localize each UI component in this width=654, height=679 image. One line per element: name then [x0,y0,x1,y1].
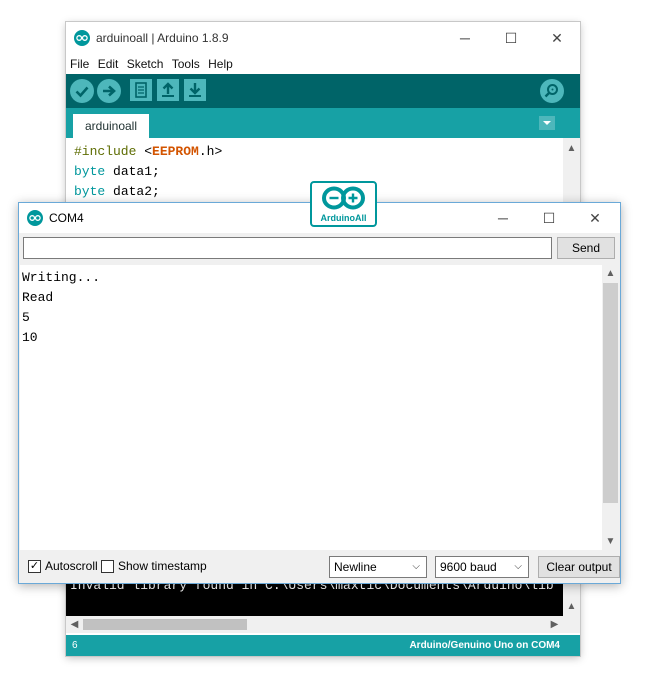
code-text: .h> [198,144,223,159]
line-ending-select[interactable]: Newline ⌵ [329,556,427,578]
scroll-left-icon[interactable]: ◀ [66,616,83,633]
code-text: < [136,144,153,159]
output-line: 5 [22,310,30,325]
code-library: EEPROM [152,144,199,159]
code-type: byte [74,184,106,199]
ide-titlebar[interactable]: arduinoall | Arduino 1.8.9 ─ ☐ ✕ [66,22,580,54]
code-text: data2; [105,184,160,199]
baud-rate-select[interactable]: 9600 baud ⌵ [435,556,529,578]
serial-monitor-icon[interactable] [540,79,564,103]
timestamp-checkbox[interactable] [101,560,114,573]
ide-minimize-button[interactable]: ─ [442,22,488,54]
menu-tools[interactable]: Tools [172,54,200,74]
serial-monitor-window: COM4 ─ ☐ ✕ Send Writing... Read 5 10 ▲ ▼… [18,202,621,584]
tab-arduinoall[interactable]: arduinoall [73,114,149,138]
chevron-down-icon: ⌵ [412,561,420,572]
code-line: #include <EEPROM.h> [74,142,222,162]
baud-rate-value: 9600 baud [440,560,497,574]
ide-close-button[interactable]: ✕ [534,22,580,54]
menu-file[interactable]: File [70,54,89,74]
code-line: byte data2; [74,182,160,202]
save-icon[interactable] [184,79,206,101]
ide-tabbar: arduinoall [66,108,580,138]
scroll-up-icon[interactable]: ▲ [602,265,619,282]
arduino-app-icon [74,30,90,46]
output-vertical-scrollbar[interactable]: ▲ ▼ [602,265,619,550]
status-line-number: 6 [72,640,78,651]
ide-maximize-button[interactable]: ☐ [488,22,534,54]
autoscroll-label: Autoscroll [45,559,98,573]
open-icon[interactable] [157,79,179,101]
monitor-minimize-button[interactable]: ─ [480,203,526,233]
scroll-right-icon[interactable]: ▶ [546,616,563,633]
scroll-up-icon[interactable]: ▲ [563,598,580,615]
logo-text: ArduinoAll [320,213,367,223]
monitor-close-button[interactable]: ✕ [572,203,618,233]
serial-input[interactable] [23,237,552,259]
ide-window-title: arduinoall | Arduino 1.8.9 [96,31,229,45]
upload-icon[interactable] [97,79,121,103]
code-text: data1; [105,164,160,179]
scroll-down-icon[interactable]: ▼ [602,533,619,550]
console-horizontal-scrollbar[interactable]: ◀ ▶ [66,616,580,633]
line-ending-value: Newline [334,560,377,574]
scroll-up-icon[interactable]: ▲ [563,140,580,157]
new-icon[interactable] [130,79,152,101]
code-type: byte [74,164,106,179]
ide-statusbar: 6 Arduino/Genuino Uno on COM4 [66,635,580,656]
scrollbar-thumb[interactable] [603,283,618,503]
autoscroll-checkbox[interactable]: ✓ [28,560,41,573]
infinity-logo-icon [322,186,365,210]
code-line: byte data1; [74,162,160,182]
arduinoall-logo: ArduinoAll [310,181,377,227]
scrollbar-thumb[interactable] [83,619,247,630]
tab-menu-button[interactable] [539,116,555,130]
ide-menubar: File Edit Sketch Tools Help [66,54,580,74]
menu-edit[interactable]: Edit [98,54,119,74]
output-line: Read [22,290,54,305]
monitor-bottombar: ✓ Autoscroll Show timestamp Newline ⌵ 96… [19,552,620,582]
status-board: Arduino/Genuino Uno on COM4 [409,640,560,651]
output-line: Writing... [22,270,101,285]
menu-sketch[interactable]: Sketch [127,54,164,74]
serial-output: Writing... Read 5 10 [20,265,602,550]
arduino-app-icon [27,210,43,226]
monitor-window-title: COM4 [49,211,84,225]
timestamp-label: Show timestamp [118,559,207,573]
menu-help[interactable]: Help [208,54,233,74]
chevron-down-icon: ⌵ [514,561,522,572]
send-button[interactable]: Send [557,237,615,259]
output-line: 10 [22,330,38,345]
ide-toolbar [66,74,580,108]
code-directive: #include [74,144,137,159]
verify-icon[interactable] [70,79,94,103]
clear-output-button[interactable]: Clear output [538,556,620,578]
monitor-maximize-button[interactable]: ☐ [526,203,572,233]
